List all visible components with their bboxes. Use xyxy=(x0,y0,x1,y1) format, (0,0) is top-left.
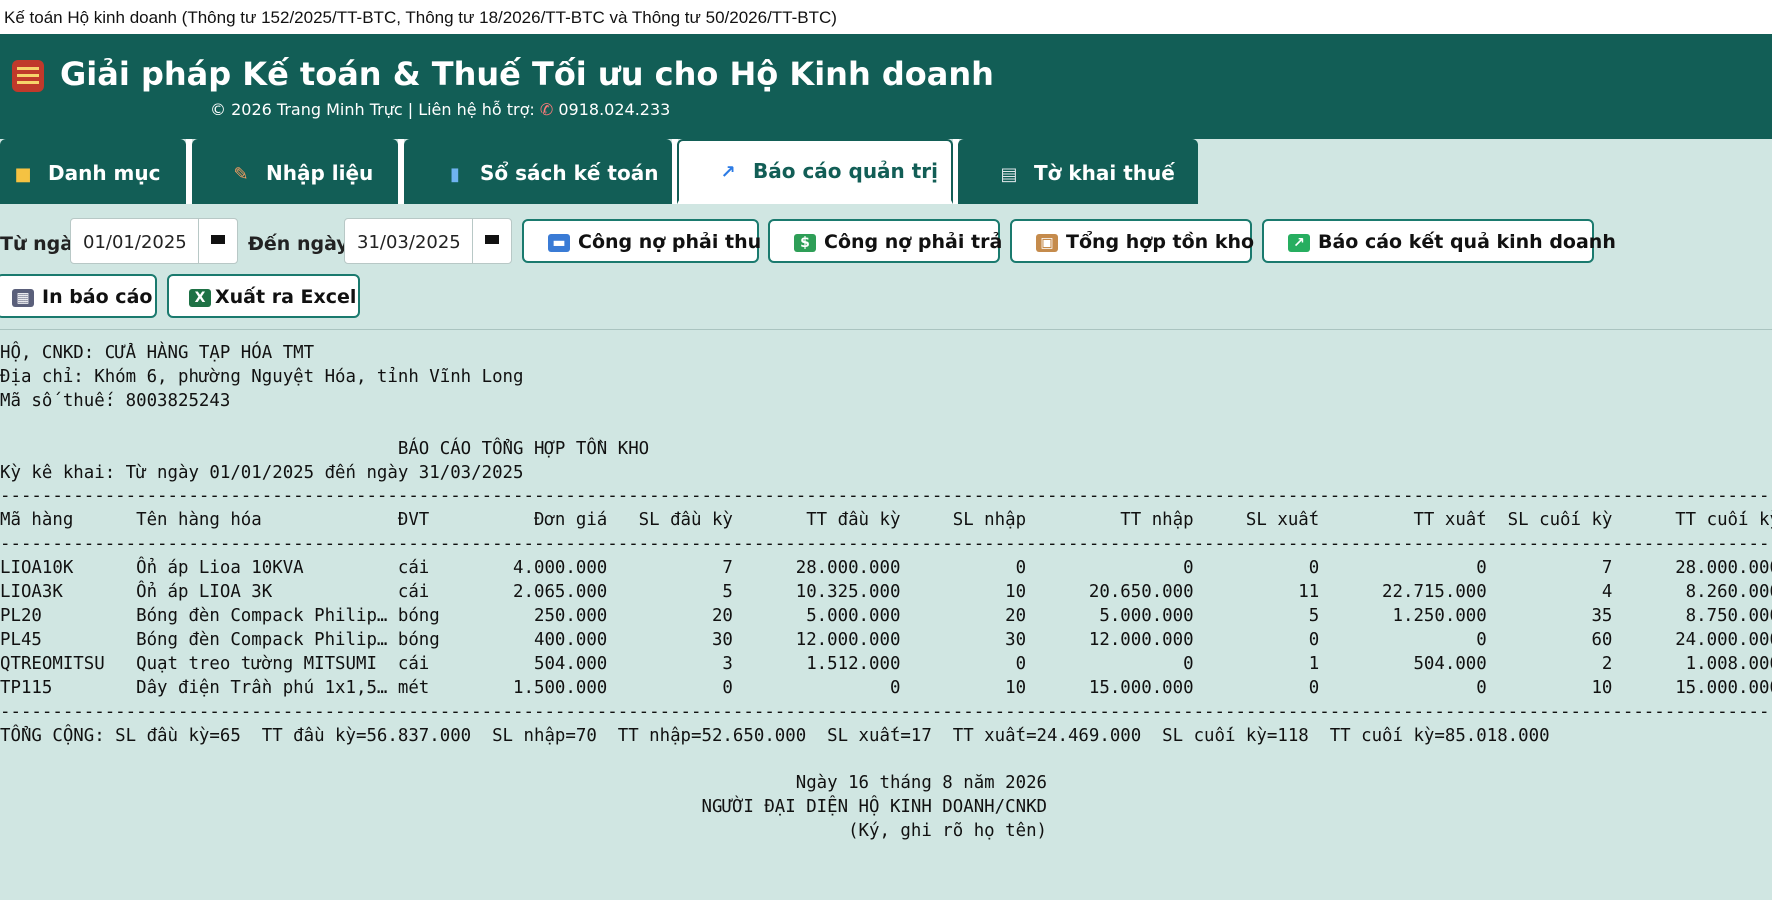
separator-line: ----------------------------------------… xyxy=(0,534,1772,555)
chart-up-icon: ↗ xyxy=(1288,233,1310,252)
tax-code: Mã số thuế: 8003825243 xyxy=(0,390,231,411)
table-row: LIOA10K Ổn áp Lioa 10KVA cái 4.000.000 7… xyxy=(0,558,1772,579)
signer-note: (Ký, ghi rõ họ tên) xyxy=(0,821,1048,842)
income-report-button[interactable]: ↗ Báo cáo kết quả kinh doanh xyxy=(1262,219,1616,263)
copyright-text: © 2026 Trang Minh Trực | Liên hệ hỗ trợ: xyxy=(210,100,535,119)
table-row: PL45 Bóng đèn Compack Philip… bóng 400.0… xyxy=(0,629,1772,650)
table-row: QTREOMITSU Quạt treo tường MITSUMI cái 5… xyxy=(0,653,1772,674)
to-date-value: 31/03/2025 xyxy=(357,232,461,253)
money-icon: $ xyxy=(794,233,816,252)
business-name: HỘ, CNKD: CỬA HÀNG TẠP HÓA TMT xyxy=(0,343,315,363)
receipt-icon: ▤ xyxy=(1000,164,1018,185)
abacus-icon xyxy=(12,60,44,92)
separator-line: ----------------------------------------… xyxy=(0,701,1772,722)
from-date-input[interactable]: 01/01/2025 xyxy=(70,218,238,264)
credit-card-icon: ▬ xyxy=(548,233,570,252)
phone-icon: ✆ xyxy=(539,100,554,119)
pencil-icon: ✎ xyxy=(233,164,249,185)
bar-chart-icon: ▮ xyxy=(450,164,460,185)
tab-label: Báo cáo quản trị xyxy=(753,159,939,183)
button-label: Báo cáo kết quả kinh doanh xyxy=(1318,231,1616,253)
tab-label: Sổ sách kế toán xyxy=(480,161,659,185)
app-title: Giải pháp Kế toán & Thuế Tối ưu cho Hộ K… xyxy=(60,55,994,93)
printer-icon: ▦ xyxy=(12,288,34,307)
toolbar-divider xyxy=(0,329,1772,330)
app-subtitle: © 2026 Trang Minh Trực | Liên hệ hỗ trợ:… xyxy=(210,100,670,119)
table-row: TP115 Dây điện Trần phú 1x1,5… mét 1.500… xyxy=(0,677,1772,698)
inventory-summary-button[interactable]: ▣ Tổng hợp tồn kho xyxy=(1010,219,1255,263)
tab-nhap-lieu[interactable]: ✎ Nhập liệu xyxy=(192,139,398,204)
tab-so-sach[interactable]: ▮ Sổ sách kế toán xyxy=(404,139,672,204)
report-title: BÁO CÁO TỔNG HỢP TỒN KHO xyxy=(0,438,650,459)
inventory-report: HỘ, CNKD: CỬA HÀNG TẠP HÓA TMT Địa chỉ: … xyxy=(0,342,1772,844)
button-label: Công nợ phải trả xyxy=(824,231,1003,253)
total-row: TỔNG CỘNG: SL đầu kỳ=65 TT đầu kỳ=56.837… xyxy=(0,725,1550,746)
table-row: LIOA3K Ổn áp LIOA 3K cái 2.065.000 5 10.… xyxy=(0,582,1772,603)
table-row: PL20 Bóng đèn Compack Philip… bóng 250.0… xyxy=(0,605,1772,626)
button-label: Tổng hợp tồn kho xyxy=(1066,231,1255,253)
to-date-label: Đến ngày xyxy=(248,233,349,255)
support-phone: 0918.024.233 xyxy=(558,100,671,119)
report-period: Kỳ kê khai: Từ ngày 01/01/2025 đến ngày … xyxy=(0,462,524,483)
from-date-value: 01/01/2025 xyxy=(83,232,187,253)
window-title: Kế toán Hộ kinh doanh (Thông tư 152/2025… xyxy=(4,8,837,27)
to-date-input[interactable]: 31/03/2025 xyxy=(344,218,512,264)
tab-danh-muc[interactable]: ■ Danh mục xyxy=(0,139,186,204)
button-label: Công nợ phải thu xyxy=(578,231,762,253)
report-date: Ngày 16 tháng 8 năm 2026 xyxy=(0,773,1048,794)
tab-label: Tờ khai thuế xyxy=(1034,161,1175,185)
folder-icon: ■ xyxy=(14,164,32,185)
signer-title: NGƯỜI ĐẠI DIỆN HỘ KINH DOANH/CNKD xyxy=(0,797,1048,818)
calendar-icon[interactable] xyxy=(472,219,511,263)
excel-icon: X xyxy=(189,288,211,307)
payable-button[interactable]: $ Công nợ phải trả xyxy=(768,219,1003,263)
button-label: In báo cáo xyxy=(42,286,153,308)
export-excel-button[interactable]: X Xuất ra Excel xyxy=(167,274,360,318)
window-titlebar: Kế toán Hộ kinh doanh (Thông tư 152/2025… xyxy=(0,0,1772,34)
separator-line: ----------------------------------------… xyxy=(0,486,1772,507)
table-header: Mã hàng Tên hàng hóa ĐVT Đơn giá SL đầu … xyxy=(0,510,1772,531)
receivable-button[interactable]: ▬ Công nợ phải thu xyxy=(522,219,762,263)
button-label: Xuất ra Excel xyxy=(215,286,357,308)
box-icon: ▣ xyxy=(1036,233,1058,252)
tab-label: Nhập liệu xyxy=(266,161,374,185)
tab-to-khai-thue[interactable]: ▤ Tờ khai thuế xyxy=(958,139,1198,204)
tab-label: Danh mục xyxy=(48,161,161,185)
calendar-icon[interactable] xyxy=(198,219,237,263)
business-address: Địa chỉ: Khóm 6, phường Nguyệt Hóa, tỉnh… xyxy=(0,366,524,387)
line-chart-icon: ↗ xyxy=(720,162,736,183)
tab-bao-cao-quan-tri[interactable]: ↗ Báo cáo quản trị xyxy=(677,139,953,204)
print-report-button[interactable]: ▦ In báo cáo xyxy=(0,274,157,318)
